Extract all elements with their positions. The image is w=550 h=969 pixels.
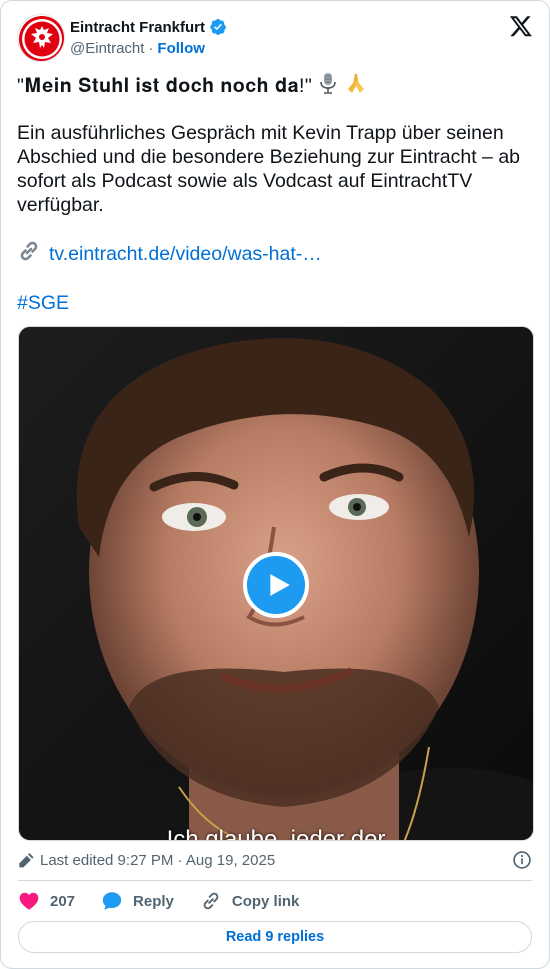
speech-bubble-icon bbox=[102, 892, 122, 910]
hashtag-link[interactable]: #SGE bbox=[17, 291, 533, 315]
quote-line: "𝐌𝐞𝐢𝐧 𝐒𝐭𝐮𝐡𝐥 𝐢𝐬𝐭 𝐝𝐨𝐜𝐡 𝐧𝐨𝐜𝐡 𝐝𝐚!" bbox=[17, 73, 533, 99]
tweet-card: Eintracht Frankfurt @Eintracht · Follow … bbox=[0, 0, 550, 969]
link-icon bbox=[203, 892, 219, 910]
follow-button[interactable]: Follow bbox=[157, 40, 205, 57]
info-icon[interactable] bbox=[512, 850, 532, 870]
like-button[interactable]: 207 bbox=[18, 890, 75, 912]
eintracht-eagle-logo-icon bbox=[19, 16, 64, 61]
microphone-icon bbox=[318, 72, 338, 100]
link-icon bbox=[17, 239, 41, 269]
video-subtitle: Ich glaube, jeder der bbox=[166, 826, 386, 841]
x-logo-icon[interactable] bbox=[509, 14, 533, 38]
divider bbox=[18, 880, 532, 881]
tweet-actions: 207 Reply Copy link bbox=[18, 890, 532, 912]
display-name[interactable]: Eintracht Frankfurt bbox=[70, 19, 205, 36]
handle[interactable]: @Eintracht bbox=[70, 40, 144, 57]
play-button[interactable] bbox=[243, 552, 309, 618]
avatar[interactable] bbox=[17, 14, 65, 62]
reply-button[interactable]: Reply bbox=[101, 890, 174, 912]
video-link[interactable]: tv.eintracht.de/video/was-hat-… bbox=[49, 242, 322, 266]
edited-timestamp[interactable]: Last edited 9:27 PM · Aug 19, 2025 bbox=[40, 852, 275, 869]
folded-hands-icon bbox=[344, 71, 368, 101]
separator: · bbox=[148, 40, 154, 57]
copy-link-label: Copy link bbox=[231, 892, 300, 910]
tweet-header: Eintracht Frankfurt @Eintracht · Follow bbox=[17, 14, 533, 62]
like-count: 207 bbox=[50, 892, 76, 910]
tweet-text: "𝐌𝐞𝐢𝐧 𝐒𝐭𝐮𝐡𝐥 𝐢𝐬𝐭 𝐝𝐨𝐜𝐡 𝐧𝐨𝐜𝐡 𝐝𝐚!" Ein ausfü… bbox=[17, 73, 533, 315]
tweet-paragraph: Ein ausführliches Gespräch mit Kevin Tra… bbox=[17, 122, 521, 216]
tweet-meta: Last edited 9:27 PM · Aug 19, 2025 bbox=[18, 850, 532, 870]
heart-icon bbox=[19, 892, 39, 910]
play-icon bbox=[269, 574, 290, 596]
verified-badge-icon bbox=[209, 18, 227, 36]
read-replies-button[interactable]: Read 9 replies bbox=[18, 921, 532, 953]
link-line: tv.eintracht.de/video/was-hat-… bbox=[17, 239, 533, 269]
reply-label: Reply bbox=[133, 892, 174, 910]
quote-text: "𝐌𝐞𝐢𝐧 𝐒𝐭𝐮𝐡𝐥 𝐢𝐬𝐭 𝐝𝐨𝐜𝐡 𝐧𝐨𝐜𝐡 𝐝𝐚!" bbox=[17, 75, 313, 97]
pencil-icon bbox=[18, 852, 34, 868]
video-player[interactable]: Ich glaube, jeder der bbox=[18, 326, 534, 841]
copy-link-button[interactable]: Copy link bbox=[200, 890, 300, 912]
